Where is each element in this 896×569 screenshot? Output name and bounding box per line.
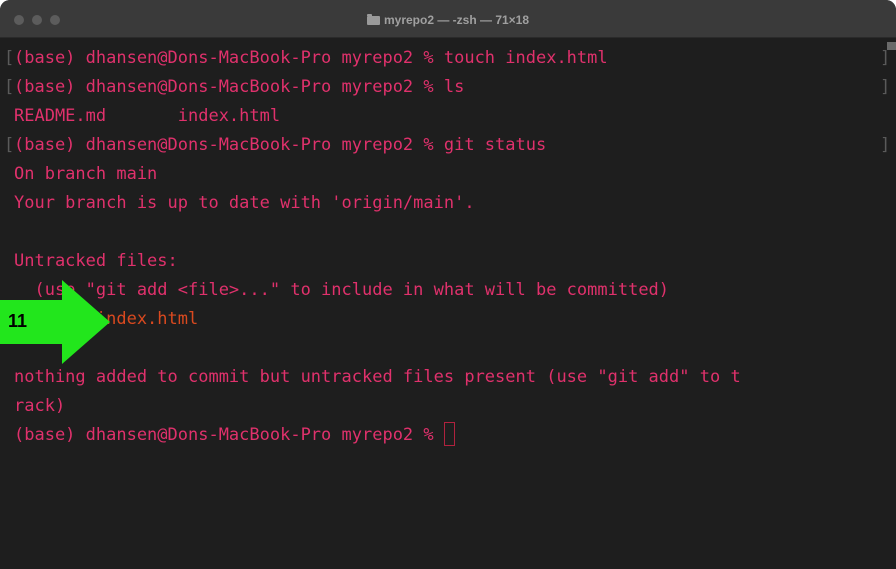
line-marker-right: ] [880, 135, 891, 155]
terminal-line: (base) dhansen@Dons-MacBook-Pro myrepo2 … [14, 48, 608, 68]
prompt-text: (base) dhansen@Dons-MacBook-Pro myrepo2 … [14, 425, 444, 445]
line-marker-left: [ [4, 48, 15, 68]
line-marker-right: ] [880, 77, 891, 97]
terminal-line: README.md index.html [14, 106, 281, 126]
terminal-line: Untracked files: [14, 251, 178, 271]
title-bar[interactable]: myrepo2 — -zsh — 71×18 [0, 0, 896, 38]
terminal-line: (base) dhansen@Dons-MacBook-Pro myrepo2 … [14, 77, 465, 97]
folder-icon [366, 14, 380, 25]
terminal-line: nothing added to commit but untracked fi… [14, 367, 741, 387]
window-title-area: myrepo2 — -zsh — 71×18 [0, 13, 896, 27]
scrollbar-marker[interactable] [887, 42, 896, 50]
line-marker-left: [ [4, 77, 15, 97]
line-marker-left: [ [4, 135, 15, 155]
terminal-window: myrepo2 — -zsh — 71×18 [ ] (base) dhanse… [0, 0, 896, 569]
window-title: myrepo2 — -zsh — 71×18 [383, 13, 530, 27]
step-number-label: 11 [8, 311, 28, 331]
terminal-line: (base) dhansen@Dons-MacBook-Pro myrepo2 … [14, 135, 547, 155]
prompt-line[interactable]: (base) dhansen@Dons-MacBook-Pro myrepo2 … [14, 421, 455, 450]
terminal-line: rack) [14, 396, 66, 416]
terminal-line: Your branch is up to date with 'origin/m… [14, 193, 475, 213]
terminal-line: On branch main [14, 164, 158, 184]
terminal-output[interactable]: [ ] (base) dhansen@Dons-MacBook-Pro myre… [0, 38, 896, 569]
text-cursor [443, 422, 455, 446]
